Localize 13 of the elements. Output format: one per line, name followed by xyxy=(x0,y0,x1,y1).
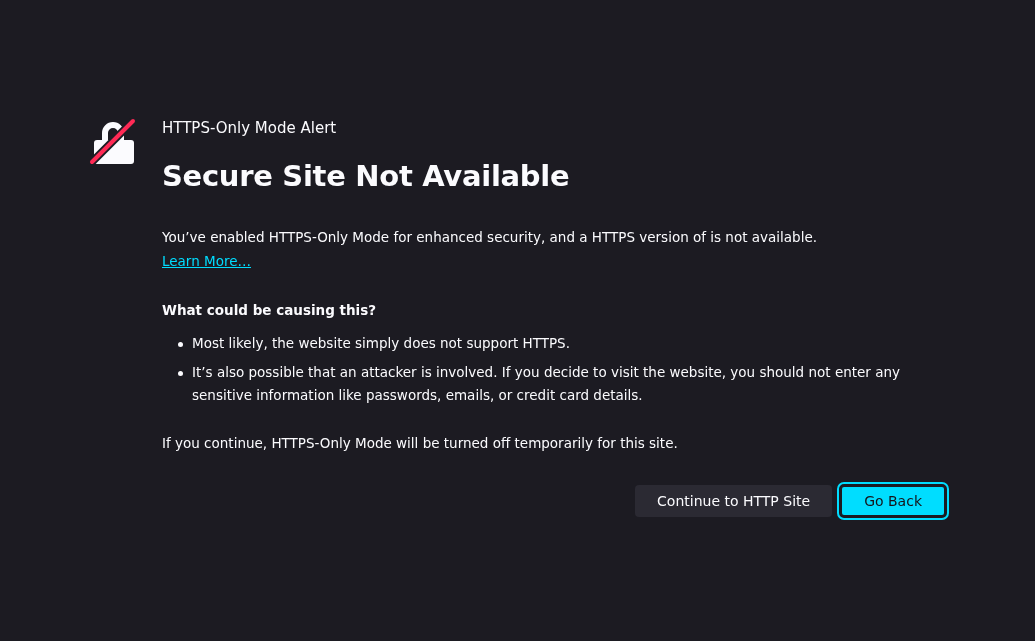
alert-label: HTTPS-Only Mode Alert xyxy=(162,119,338,137)
bullet-icon xyxy=(178,371,183,376)
continue-button[interactable]: Continue to HTTP Site xyxy=(635,485,833,517)
page-title: Secure Site Not Available xyxy=(162,159,571,193)
alert-message: You’ve enabled HTTPS-Only Mode for enhanced security, and a HTTPS version of is not available. xyxy=(162,229,818,245)
note-text: If you continue, HTTPS-Only Mode will be turned off temporarily for this site. xyxy=(162,435,679,451)
learn-more-link[interactable]: Learn More… xyxy=(162,253,251,269)
cause-text: Most likely, the website simply does not support HTTPS. xyxy=(192,334,570,353)
bullet-icon xyxy=(178,342,183,347)
cause-text: It’s also possible that an attacker is involved. If you decide to visit the website, you should not enter any sensitive information like passwords, emails, or credit card details. xyxy=(192,363,901,405)
crossed-lock-icon xyxy=(88,116,138,166)
go-back-button[interactable]: Go Back xyxy=(840,485,946,517)
causes-heading: What could be causing this? xyxy=(162,302,378,318)
